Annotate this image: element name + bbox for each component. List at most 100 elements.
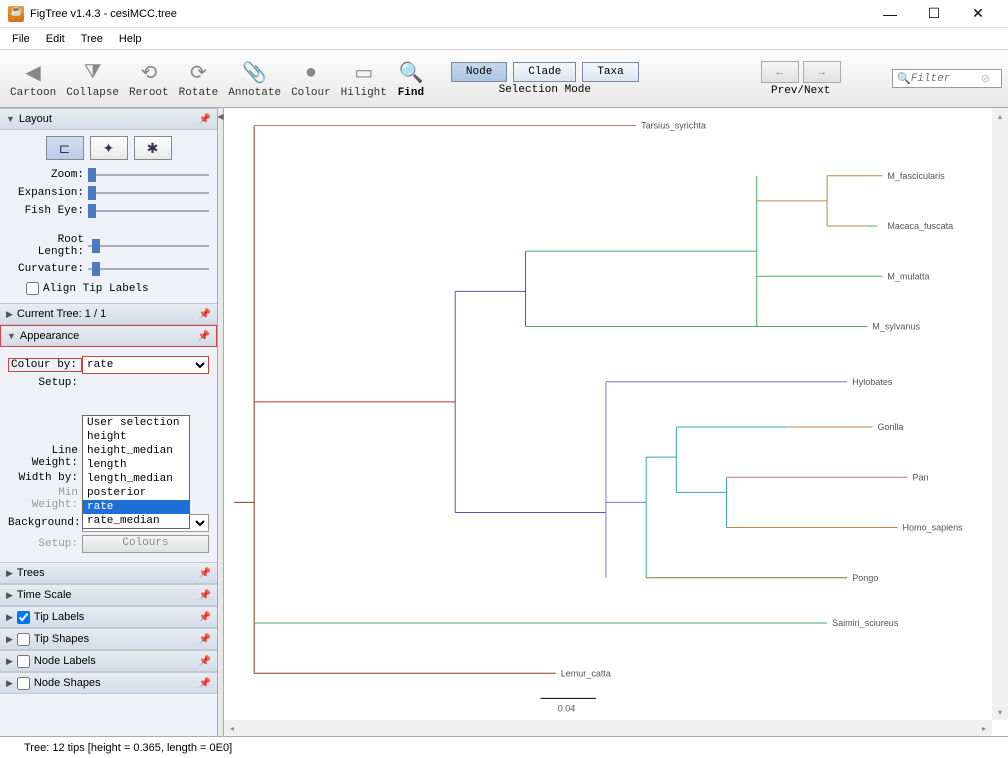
menu-edit[interactable]: Edit bbox=[38, 31, 73, 47]
current-tree-panel-head[interactable]: ▶ Current Tree: 1 / 1 📌 bbox=[0, 303, 217, 325]
selection-mode-group: Node Clade Taxa Selection Mode bbox=[451, 62, 639, 96]
node-select-button[interactable]: Node bbox=[451, 62, 507, 82]
expansion-label: Expansion: bbox=[8, 187, 88, 199]
radial-layout-button[interactable]: ✱ bbox=[134, 136, 172, 160]
horizontal-scrollbar[interactable]: ◂ ▸ bbox=[224, 720, 992, 736]
colour-button[interactable]: ●Colour bbox=[287, 57, 335, 101]
triangle-down-icon: ▼ bbox=[7, 331, 16, 341]
collapse-icon: ⧩ bbox=[79, 59, 107, 87]
find-button[interactable]: 🔍Find bbox=[393, 57, 429, 101]
scroll-left-icon[interactable]: ◂ bbox=[224, 720, 240, 736]
selection-mode-label: Selection Mode bbox=[499, 84, 591, 96]
current-tree-title: Current Tree: 1 / 1 bbox=[17, 308, 106, 320]
dropdown-option[interactable]: rate bbox=[83, 500, 189, 514]
pin-icon[interactable]: 📌 bbox=[199, 309, 211, 320]
vertical-scrollbar[interactable]: ▴ ▾ bbox=[992, 108, 1008, 720]
tiplabels-panel-head[interactable]: ▶Tip Labels📌 bbox=[0, 606, 217, 628]
nodeshapes-checkbox[interactable] bbox=[17, 677, 30, 690]
colour-by-label: Colour by: bbox=[8, 358, 82, 372]
colour-by-select[interactable]: rate bbox=[82, 356, 209, 374]
colours-button[interactable]: Colours bbox=[82, 535, 209, 553]
prev-button[interactable]: ← bbox=[761, 61, 799, 83]
pin-icon[interactable]: 📌 bbox=[198, 331, 210, 342]
dropdown-option[interactable]: height_median bbox=[83, 444, 189, 458]
search-input[interactable] bbox=[911, 73, 981, 85]
align-tips-label: Align Tip Labels bbox=[43, 283, 149, 295]
nodeshapes-panel-head[interactable]: ▶Node Shapes📌 bbox=[0, 672, 217, 694]
scroll-right-icon[interactable]: ▸ bbox=[976, 720, 992, 736]
nodelabels-checkbox[interactable] bbox=[17, 655, 30, 668]
trees-panel-head[interactable]: ▶Trees📌 bbox=[0, 562, 217, 584]
layout-panel-body: ⊏ ✦ ✱ Zoom: Expansion: Fish Eye: Root Le… bbox=[0, 130, 217, 303]
annotate-icon: 📎 bbox=[241, 59, 269, 87]
polar-layout-button[interactable]: ✦ bbox=[90, 136, 128, 160]
nodelabels-panel-head[interactable]: ▶Node Labels📌 bbox=[0, 650, 217, 672]
appearance-title: Appearance bbox=[20, 330, 79, 342]
setup-label: Setup: bbox=[8, 377, 82, 389]
cartoon-icon: ◀ bbox=[19, 59, 47, 87]
prev-next-label: Prev/Next bbox=[771, 85, 830, 97]
svg-text:M_sylvanus: M_sylvanus bbox=[872, 322, 920, 332]
tiplabels-checkbox[interactable] bbox=[17, 611, 30, 624]
rotate-button[interactable]: ⟳Rotate bbox=[175, 57, 223, 101]
cartoon-button[interactable]: ◀Cartoon bbox=[6, 57, 60, 101]
root-length-slider[interactable] bbox=[88, 239, 209, 253]
close-button[interactable]: ✕ bbox=[956, 0, 1000, 28]
find-icon: 🔍 bbox=[397, 59, 425, 87]
zoom-slider[interactable] bbox=[88, 168, 209, 182]
align-tips-checkbox[interactable] bbox=[26, 282, 39, 295]
annotate-button[interactable]: 📎Annotate bbox=[224, 57, 285, 101]
search-box[interactable]: 🔍 ⊘ bbox=[892, 69, 1002, 88]
curvature-slider[interactable] bbox=[88, 262, 209, 276]
svg-text:Gorilla: Gorilla bbox=[877, 422, 904, 432]
collapse-button[interactable]: ⧩Collapse bbox=[62, 57, 123, 101]
rotate-icon: ⟳ bbox=[184, 59, 212, 87]
menu-help[interactable]: Help bbox=[111, 31, 150, 47]
dropdown-option[interactable]: height bbox=[83, 430, 189, 444]
tree-canvas[interactable]: Tarsius_syrichta M_fascicularis Macaca_f… bbox=[224, 108, 1008, 736]
layout-panel-head[interactable]: ▼ Layout 📌 bbox=[0, 108, 217, 130]
width-by-label: Width by: bbox=[8, 472, 82, 484]
pin-icon[interactable]: 📌 bbox=[199, 114, 211, 125]
clear-icon[interactable]: ⊘ bbox=[981, 72, 990, 85]
min-weight-label: Min Weight: bbox=[8, 487, 82, 511]
menu-tree[interactable]: Tree bbox=[73, 31, 111, 47]
timescale-panel-head[interactable]: ▶Time Scale📌 bbox=[0, 584, 217, 606]
scroll-down-icon[interactable]: ▾ bbox=[992, 704, 1008, 720]
dropdown-option[interactable]: User selection bbox=[83, 416, 189, 430]
status-text: Tree: 12 tips [height = 0.365, length = … bbox=[24, 742, 232, 754]
next-button[interactable]: → bbox=[803, 61, 841, 83]
svg-text:Macaca_fuscata: Macaca_fuscata bbox=[887, 221, 954, 231]
tipshapes-panel-head[interactable]: ▶Tip Shapes📌 bbox=[0, 628, 217, 650]
dropdown-option[interactable]: posterior bbox=[83, 486, 189, 500]
dropdown-option[interactable]: length_median bbox=[83, 472, 189, 486]
reroot-icon: ⟲ bbox=[135, 59, 163, 87]
menu-file[interactable]: File bbox=[4, 31, 38, 47]
fisheye-slider[interactable] bbox=[88, 204, 209, 218]
hilight-button[interactable]: ▭Hilight bbox=[337, 57, 391, 101]
svg-text:Saimiri_sciureus: Saimiri_sciureus bbox=[832, 618, 899, 628]
taxa-select-button[interactable]: Taxa bbox=[582, 62, 638, 82]
rectangular-layout-button[interactable]: ⊏ bbox=[46, 136, 84, 160]
java-icon bbox=[8, 6, 24, 22]
svg-text:M_mulatta: M_mulatta bbox=[887, 271, 930, 281]
colour-by-dropdown[interactable]: User selection height height_median leng… bbox=[82, 415, 190, 529]
statusbar: Tree: 12 tips [height = 0.365, length = … bbox=[0, 736, 1008, 758]
curvature-label: Curvature: bbox=[8, 263, 88, 275]
scroll-up-icon[interactable]: ▴ bbox=[992, 108, 1008, 124]
dropdown-option[interactable]: length bbox=[83, 458, 189, 472]
titlebar: FigTree v1.4.3 - cesiMCC.tree — ☐ ✕ bbox=[0, 0, 1008, 28]
layout-title: Layout bbox=[19, 113, 52, 125]
scale-bar-label: 0.04 bbox=[558, 703, 576, 713]
triangle-right-icon: ▶ bbox=[6, 309, 13, 320]
clade-select-button[interactable]: Clade bbox=[513, 62, 576, 82]
minimize-button[interactable]: — bbox=[868, 0, 912, 28]
tipshapes-checkbox[interactable] bbox=[17, 633, 30, 646]
svg-text:Pongo: Pongo bbox=[852, 573, 878, 583]
line-weight-label: Line Weight: bbox=[8, 445, 82, 469]
reroot-button[interactable]: ⟲Reroot bbox=[125, 57, 173, 101]
appearance-panel-head[interactable]: ▼ Appearance 📌 bbox=[0, 325, 217, 347]
expansion-slider[interactable] bbox=[88, 186, 209, 200]
dropdown-option[interactable]: rate_median bbox=[83, 514, 189, 528]
maximize-button[interactable]: ☐ bbox=[912, 0, 956, 28]
